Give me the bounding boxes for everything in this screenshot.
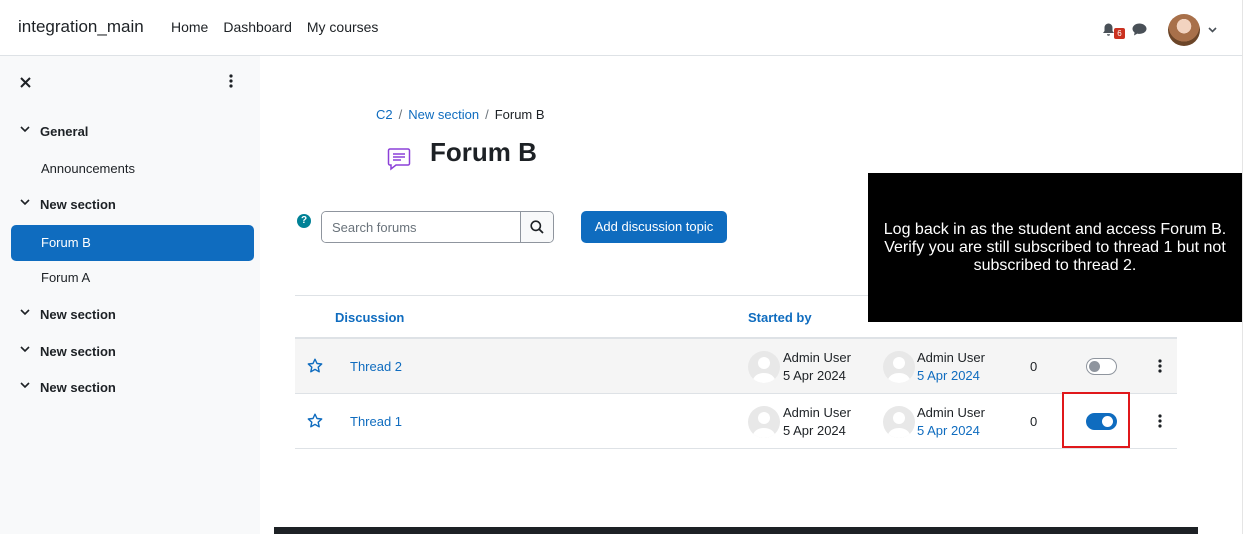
user-icon [887, 412, 911, 438]
kebab-menu-icon [229, 74, 233, 88]
column-header-started-by[interactable]: Started by [748, 310, 812, 325]
avatar [883, 351, 915, 383]
user-menu-toggle[interactable] [1168, 14, 1217, 46]
drawer-item-forum-a[interactable]: Forum A [0, 260, 260, 296]
add-discussion-topic-button[interactable]: Add discussion topic [581, 211, 727, 243]
search-forums-form [321, 211, 554, 243]
user-icon [752, 412, 776, 438]
drawer-item-label: New section [40, 344, 116, 359]
instruction-text: Log back in as the student and access Fo… [883, 220, 1227, 274]
table-row: Thread 1 Admin User 5 Apr 2024 Admin Use… [295, 394, 1177, 449]
avatar [748, 406, 780, 438]
discussion-link[interactable]: Thread 1 [350, 414, 402, 429]
drawer-section-new-section[interactable]: New section [0, 297, 260, 333]
breadcrumb-c2[interactable]: C2 [376, 107, 393, 122]
instruction-overlay: Log back in as the student and access Fo… [868, 173, 1242, 322]
avatar [748, 351, 780, 383]
breadcrumb-new-section[interactable]: New section [408, 107, 479, 122]
notifications-button[interactable]: 6 [1100, 17, 1125, 43]
page-scrollbar[interactable] [1242, 0, 1256, 534]
replies-count: 0 [1030, 359, 1038, 374]
kebab-menu-icon[interactable] [1158, 359, 1162, 373]
last-post-name: Admin User [917, 405, 985, 420]
forum-icon [387, 148, 411, 171]
user-icon [752, 357, 776, 383]
drawer-item-label: General [40, 124, 89, 139]
search-input[interactable] [322, 212, 520, 242]
chevron-down-icon [20, 199, 30, 206]
last-post-name: Admin User [917, 350, 985, 365]
user-icon [887, 357, 911, 383]
chevron-down-icon [20, 382, 30, 389]
drawer-item-label: Announcements [41, 161, 135, 176]
nav-dashboard[interactable]: Dashboard [223, 19, 292, 35]
course-index-options-button[interactable] [229, 74, 233, 91]
user-navigation: 6 [1100, 14, 1217, 46]
started-by-name: Admin User [783, 350, 851, 365]
drawer-item-label: Forum B [41, 235, 91, 250]
course-index-drawer: General Announcements New section Forum … [0, 56, 260, 534]
help-icon[interactable]: ? [297, 214, 311, 228]
breadcrumb-separator: / [398, 107, 403, 122]
primary-navigation: Home Dashboard My courses [171, 19, 378, 35]
chat-icon [1132, 23, 1147, 36]
star-icon[interactable] [307, 358, 323, 374]
chevron-down-icon [20, 346, 30, 353]
started-by-name: Admin User [783, 405, 851, 420]
kebab-menu-icon[interactable] [1158, 414, 1162, 428]
star-icon[interactable] [307, 413, 323, 429]
started-date: 5 Apr 2024 [783, 423, 846, 438]
breadcrumb: C2 / New section / Forum B [376, 107, 545, 122]
drawer-item-announcements[interactable]: Announcements [0, 151, 260, 187]
close-icon [20, 77, 31, 88]
last-post-date-link[interactable]: 5 Apr 2024 [917, 423, 980, 438]
avatar [883, 406, 915, 438]
drawer-item-forum-b[interactable]: Forum B [11, 225, 254, 261]
chevron-down-icon [1208, 27, 1217, 33]
toggle-knob [1089, 361, 1100, 372]
page-title: Forum B [430, 137, 537, 167]
breadcrumb-separator: / [485, 107, 489, 122]
replies-count: 0 [1030, 414, 1038, 429]
search-button[interactable] [520, 212, 553, 242]
drawer-item-label: New section [40, 197, 116, 212]
nav-home[interactable]: Home [171, 19, 208, 35]
messages-button[interactable] [1132, 17, 1148, 43]
drawer-section-new-section[interactable]: New section [0, 187, 260, 223]
drawer-item-label: New section [40, 380, 116, 395]
started-date: 5 Apr 2024 [783, 368, 846, 383]
drawer-item-label: New section [40, 307, 116, 322]
highlight-annotation-box [1062, 392, 1130, 448]
drawer-item-label: Forum A [41, 270, 91, 285]
drawer-section-new-section[interactable]: New section [0, 370, 260, 406]
nav-my-courses[interactable]: My courses [307, 19, 379, 35]
discussion-link[interactable]: Thread 2 [350, 359, 402, 374]
subscription-toggle[interactable] [1086, 358, 1117, 375]
column-header-discussion[interactable]: Discussion [335, 310, 404, 325]
site-name[interactable]: integration_main [18, 17, 144, 37]
chevron-down-icon [20, 309, 30, 316]
breadcrumb-current: Forum B [494, 107, 545, 122]
table-row: Thread 2 Admin User 5 Apr 2024 Admin Use… [295, 339, 1177, 394]
close-drawer-button[interactable] [20, 72, 31, 93]
notification-count-badge: 6 [1114, 28, 1125, 39]
drawer-section-new-section[interactable]: New section [0, 334, 260, 370]
drawer-section-general[interactable]: General [0, 114, 260, 150]
chevron-down-icon [20, 126, 30, 133]
top-navbar: integration_main Home Dashboard My cours… [0, 0, 1242, 56]
search-icon [530, 220, 544, 234]
avatar [1168, 14, 1200, 46]
page-footer [274, 527, 1198, 534]
last-post-date-link[interactable]: 5 Apr 2024 [917, 368, 980, 383]
